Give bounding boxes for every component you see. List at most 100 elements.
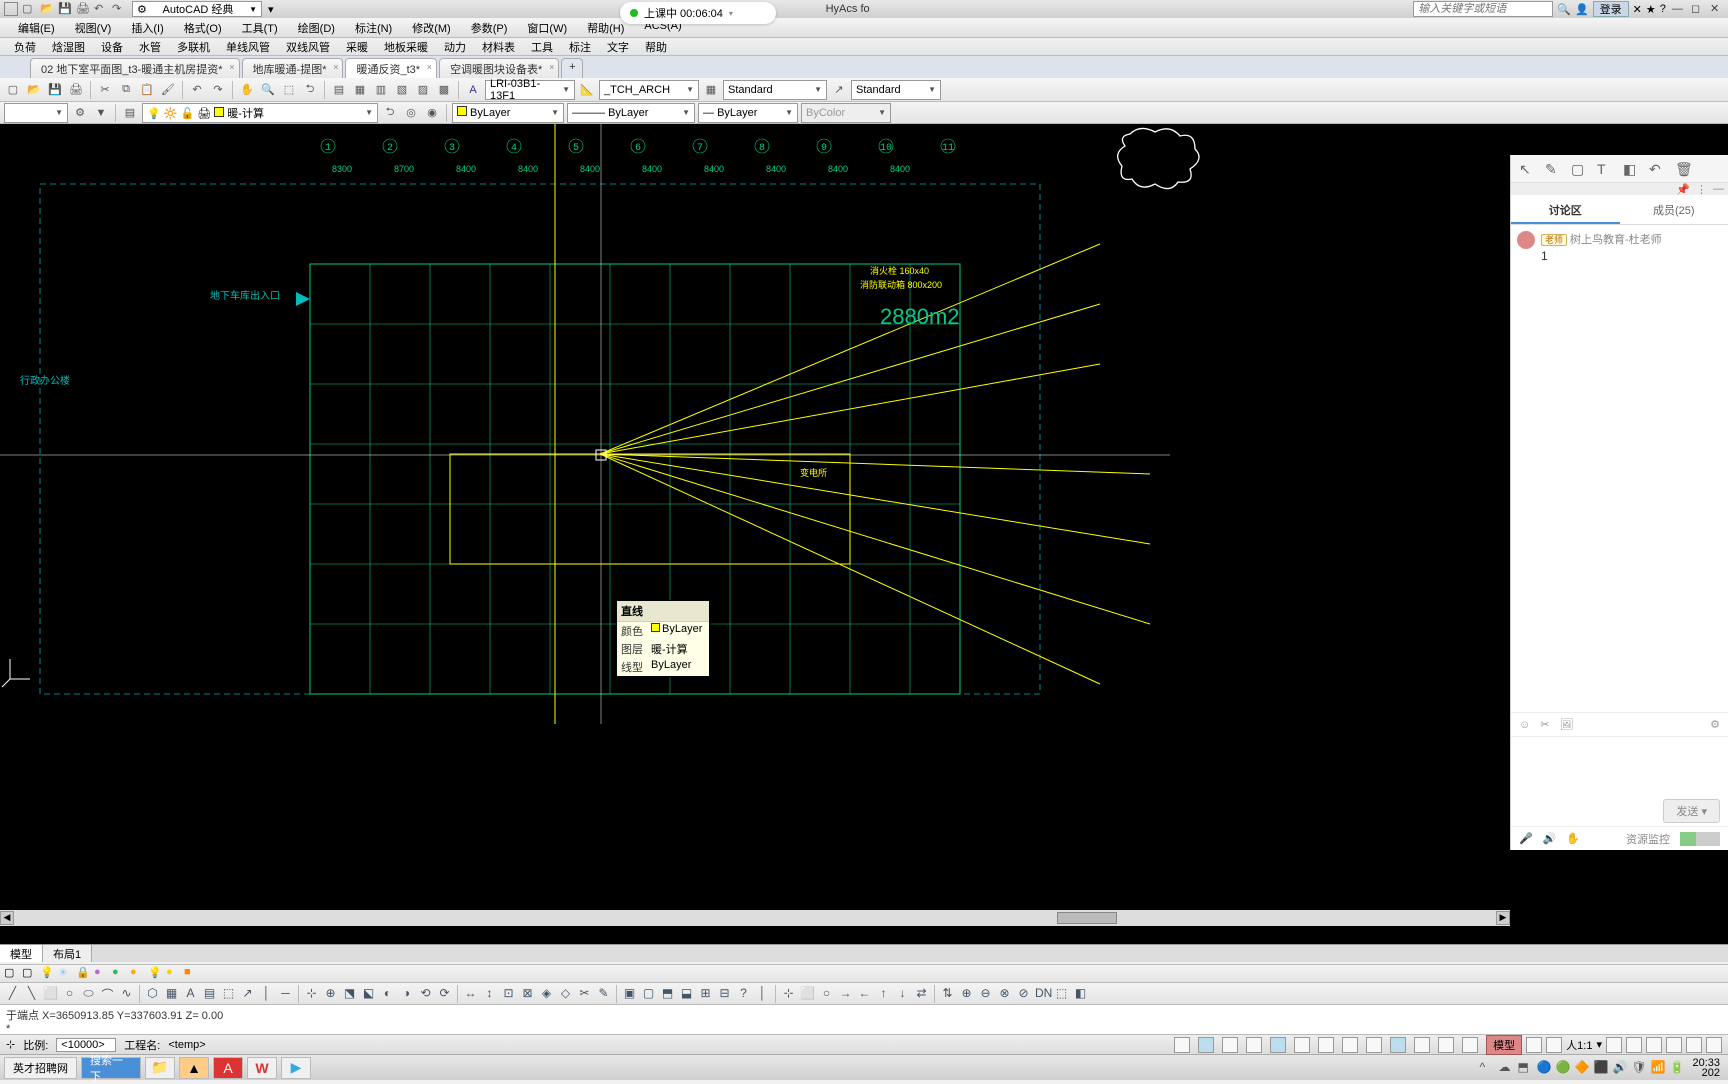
rect-icon[interactable]: ▢ xyxy=(1571,161,1587,177)
plot-icon[interactable]: 🖨 xyxy=(67,81,85,99)
minimize-icon[interactable]: — xyxy=(1672,3,1686,17)
tool-icon[interactable]: ↓ xyxy=(894,985,911,1002)
close-icon[interactable]: × xyxy=(549,62,554,72)
tray-icon[interactable]: 🔶 xyxy=(1574,1060,1590,1076)
mic-icon[interactable]: 🎤 xyxy=(1519,832,1533,845)
file-tab[interactable]: 02 地下室平面图_t3-暖通主机房提资*× xyxy=(30,58,240,78)
open-icon[interactable]: 📂 xyxy=(25,81,43,99)
pencil-icon[interactable]: ✎ xyxy=(1545,161,1561,177)
tool-icon[interactable]: ▦ xyxy=(163,985,180,1002)
polar-toggle[interactable] xyxy=(1246,1037,1262,1053)
tool-icon[interactable]: ▢ xyxy=(640,985,657,1002)
tool-icon[interactable]: ▤ xyxy=(201,985,218,1002)
tool-icon[interactable]: → xyxy=(837,985,854,1002)
sc-toggle[interactable] xyxy=(1462,1037,1478,1053)
matchprop-icon[interactable]: 🖌 xyxy=(159,81,177,99)
menu2-vrv[interactable]: 多联机 xyxy=(169,38,218,55)
qat-save-icon[interactable]: 💾 xyxy=(58,2,72,16)
tray-icon[interactable]: 🟢 xyxy=(1555,1060,1571,1076)
tab-layout1[interactable]: 布局1 xyxy=(43,945,92,962)
tool-icon[interactable]: ∿ xyxy=(118,985,135,1002)
drawing-canvas[interactable]: 1 2 3 4 5 6 7 8 9 10 11 8300 8700 8400 8… xyxy=(0,124,1728,944)
canvas-hscrollbar[interactable]: ◀ ▶ xyxy=(0,910,1510,926)
sheetset-icon[interactable]: ▧ xyxy=(393,81,411,99)
tool-icon[interactable]: ─ xyxy=(277,985,294,1002)
minimize-icon[interactable]: — xyxy=(1713,183,1724,195)
tool-icon[interactable]: ⬚ xyxy=(220,985,237,1002)
exchange-icon[interactable]: ✕ xyxy=(1633,3,1642,16)
tool-icon[interactable]: ○ xyxy=(61,985,78,1002)
tool-icon[interactable]: A xyxy=(182,985,199,1002)
file-tab[interactable]: 空调暖图块设备表*× xyxy=(439,58,559,78)
tool-icon[interactable]: ⇅ xyxy=(939,985,956,1002)
hardware-icon[interactable] xyxy=(1666,1037,1682,1053)
textstyle-dropdown[interactable]: LRI-03B1-13F1▼ xyxy=(485,80,575,100)
tool-icon[interactable]: ↗ xyxy=(239,985,256,1002)
tab-discuss[interactable]: 讨论区 xyxy=(1511,195,1620,224)
autocad-icon[interactable]: A xyxy=(213,1057,243,1079)
text-icon[interactable]: A xyxy=(464,81,482,99)
clean-screen-icon[interactable] xyxy=(1706,1037,1722,1053)
lineweight-dropdown[interactable]: — ByLayer▼ xyxy=(698,103,798,123)
tool-icon[interactable]: ○ xyxy=(818,985,835,1002)
menu2-equipment[interactable]: 设备 xyxy=(93,38,131,55)
lock-ui-icon[interactable] xyxy=(1646,1037,1662,1053)
raise-hand-icon[interactable]: ✋ xyxy=(1566,832,1580,845)
menu-format[interactable]: 格式(O) xyxy=(174,18,232,37)
tool-icon[interactable]: ⊹ xyxy=(303,985,320,1002)
tray-icon[interactable]: ⬒ xyxy=(1517,1060,1533,1076)
menu-insert[interactable]: 插入(I) xyxy=(121,18,173,37)
settings-icon[interactable]: ⚙ xyxy=(1710,718,1720,731)
tool-icon[interactable]: DN xyxy=(1034,985,1051,1002)
tool-icon[interactable]: ╲ xyxy=(23,985,40,1002)
command-line[interactable]: 于端点 X=3650913.85 Y=337603.91 Z= 0.00 * xyxy=(0,1004,1728,1034)
tray-icon[interactable]: 🔋 xyxy=(1669,1060,1685,1076)
menu2-pipe[interactable]: 水管 xyxy=(131,38,169,55)
tool-icon[interactable]: ⬕ xyxy=(360,985,377,1002)
tray-icon[interactable]: 📶 xyxy=(1650,1060,1666,1076)
tab-members[interactable]: 成员(25) xyxy=(1620,195,1728,224)
taskbar-clock[interactable]: 20:33202 xyxy=(1688,1058,1724,1078)
dimstyle-dropdown[interactable]: _TCH_ARCH▼ xyxy=(599,80,699,100)
help-icon[interactable]: ? xyxy=(1660,3,1666,15)
otrack-toggle[interactable] xyxy=(1318,1037,1334,1053)
zoom-realtime-icon[interactable]: 🔍 xyxy=(259,81,277,99)
tool-icon[interactable]: ⊘ xyxy=(1015,985,1032,1002)
ws-icon[interactable] xyxy=(1626,1037,1642,1053)
layer-tool-icon[interactable]: ▢ xyxy=(4,966,19,981)
qat-redo-icon[interactable]: ↷ xyxy=(112,2,126,16)
space-mode[interactable]: 模型 xyxy=(1486,1035,1522,1055)
trash-icon[interactable]: 🗑 xyxy=(1675,161,1691,177)
taskbar-search[interactable]: 搜索一下 xyxy=(81,1057,141,1079)
menu-dimension[interactable]: 标注(N) xyxy=(345,18,402,37)
qp-toggle[interactable] xyxy=(1438,1037,1454,1053)
isolate-icon[interactable] xyxy=(1686,1037,1702,1053)
image-icon[interactable]: 🖼 xyxy=(1559,718,1573,731)
quickview-icon[interactable] xyxy=(1546,1037,1562,1053)
add-tab-button[interactable]: + xyxy=(561,58,583,78)
redo-icon[interactable]: ↷ xyxy=(209,81,227,99)
3dosnap-toggle[interactable] xyxy=(1294,1037,1310,1053)
taskbar-item[interactable]: 英才招聘网 xyxy=(4,1057,77,1079)
help-search-input[interactable] xyxy=(1413,1,1553,17)
scroll-thumb[interactable] xyxy=(1057,912,1117,924)
speaker-icon[interactable]: 🔊 xyxy=(1543,832,1557,845)
tool-icon[interactable]: ? xyxy=(735,985,752,1002)
square-icon[interactable]: ■ xyxy=(184,966,199,981)
maximize-icon[interactable]: ◻ xyxy=(1691,2,1705,16)
qat-print-icon[interactable]: 🖨 xyxy=(76,2,90,16)
circle-icon[interactable]: ● xyxy=(130,966,145,981)
undo-icon[interactable]: ↶ xyxy=(188,81,206,99)
tool-icon[interactable]: ⬡ xyxy=(144,985,161,1002)
qat-open-icon[interactable]: 📂 xyxy=(40,2,54,16)
tool-icon[interactable]: ◑ xyxy=(398,985,415,1002)
tool-icon[interactable]: ⬒ xyxy=(659,985,676,1002)
tool-icon[interactable]: ◈ xyxy=(538,985,555,1002)
layer-filter-icon[interactable]: ▼ xyxy=(92,104,110,122)
cut-icon[interactable]: ✂ xyxy=(96,81,114,99)
tool-icon[interactable]: ⊖ xyxy=(977,985,994,1002)
tool-icon[interactable]: ◧ xyxy=(1072,985,1089,1002)
tool-icon[interactable]: ⊕ xyxy=(958,985,975,1002)
color-dropdown[interactable]: ByLayer▼ xyxy=(452,103,564,123)
designcenter-icon[interactable]: ▦ xyxy=(351,81,369,99)
